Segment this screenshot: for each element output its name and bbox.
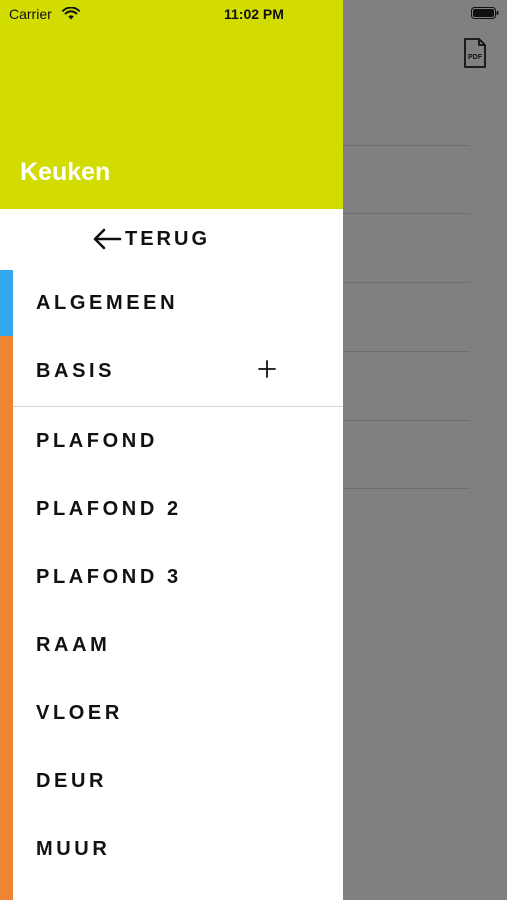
menu-item-plafond-3[interactable]: PLAFOND 3 (36, 566, 182, 589)
pdf-icon[interactable]: PDF (463, 38, 487, 68)
background-row-divider (343, 145, 470, 146)
menu-item-plafond[interactable]: PLAFOND (36, 430, 158, 453)
back-button[interactable]: TERUG (92, 224, 210, 254)
menu-item-deur[interactable]: DEUR (36, 770, 107, 793)
background-row-divider (343, 213, 470, 214)
room-title: Keuken (20, 158, 111, 186)
section-color-bar (0, 336, 13, 900)
background-row-divider (343, 351, 470, 352)
drawer-header: Carrier 11:02 PM Keuken (0, 0, 343, 209)
plus-icon[interactable] (256, 358, 278, 380)
menu-item-muur[interactable]: MUUR (36, 838, 110, 861)
svg-text:PDF: PDF (468, 54, 483, 61)
battery-icon (471, 7, 499, 19)
background-row-divider (343, 488, 470, 489)
menu-item-basis[interactable]: BASIS (36, 360, 115, 383)
menu-item-plafond-2[interactable]: PLAFOND 2 (36, 498, 182, 521)
active-section-indicator (0, 270, 13, 336)
status-carrier: Carrier (9, 6, 52, 22)
background-overlay[interactable] (343, 0, 507, 900)
side-drawer: Carrier 11:02 PM Keuken TERUG ALGEMEEN B… (0, 0, 343, 900)
menu-item-raam[interactable]: RAAM (36, 634, 110, 657)
menu-item-vloer[interactable]: VLOER (36, 702, 123, 725)
background-row-divider (343, 420, 470, 421)
menu-item-algemeen[interactable]: ALGEMEEN (36, 292, 178, 315)
background-row-divider (343, 282, 470, 283)
back-label: TERUG (125, 227, 210, 250)
menu-divider (13, 406, 343, 407)
arrow-left-icon (93, 228, 122, 250)
wifi-icon (62, 7, 80, 20)
status-time: 11:02 PM (224, 6, 284, 22)
